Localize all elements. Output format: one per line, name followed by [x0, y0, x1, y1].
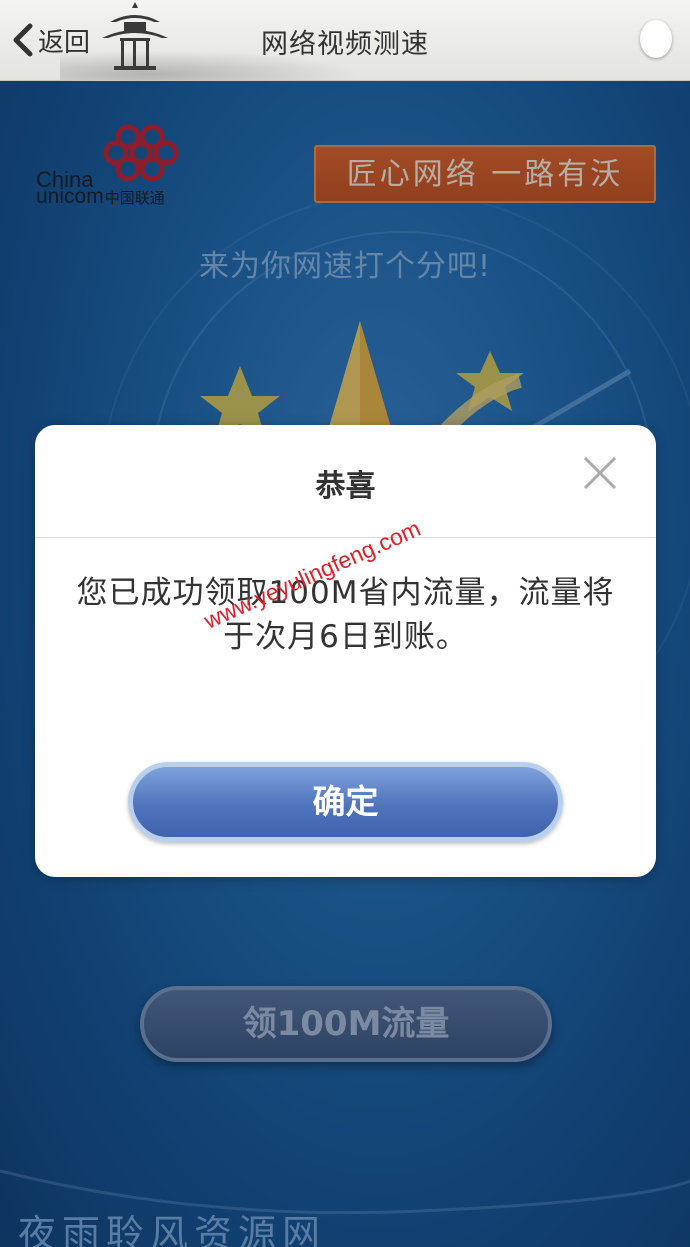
congrats-dialog: 恭喜 您已成功领取100M省内流量，流量将于次月6日到账。 确定 [35, 425, 656, 877]
top-nav-bar: 返回 网络视频测速 [0, 0, 690, 81]
dialog-title: 恭喜 [315, 469, 376, 504]
close-icon[interactable] [582, 455, 618, 491]
back-button[interactable]: 返回 [10, 18, 90, 62]
pagoda-decoration [102, 2, 168, 70]
dialog-header: 恭喜 [35, 425, 656, 538]
confirm-button[interactable]: 确定 [128, 762, 563, 842]
menu-button[interactable] [640, 20, 672, 58]
chevron-left-icon [13, 23, 33, 57]
dialog-message: 您已成功领取100M省内流量，流量将于次月6日到账。 [76, 575, 615, 655]
back-label: 返回 [38, 27, 91, 58]
